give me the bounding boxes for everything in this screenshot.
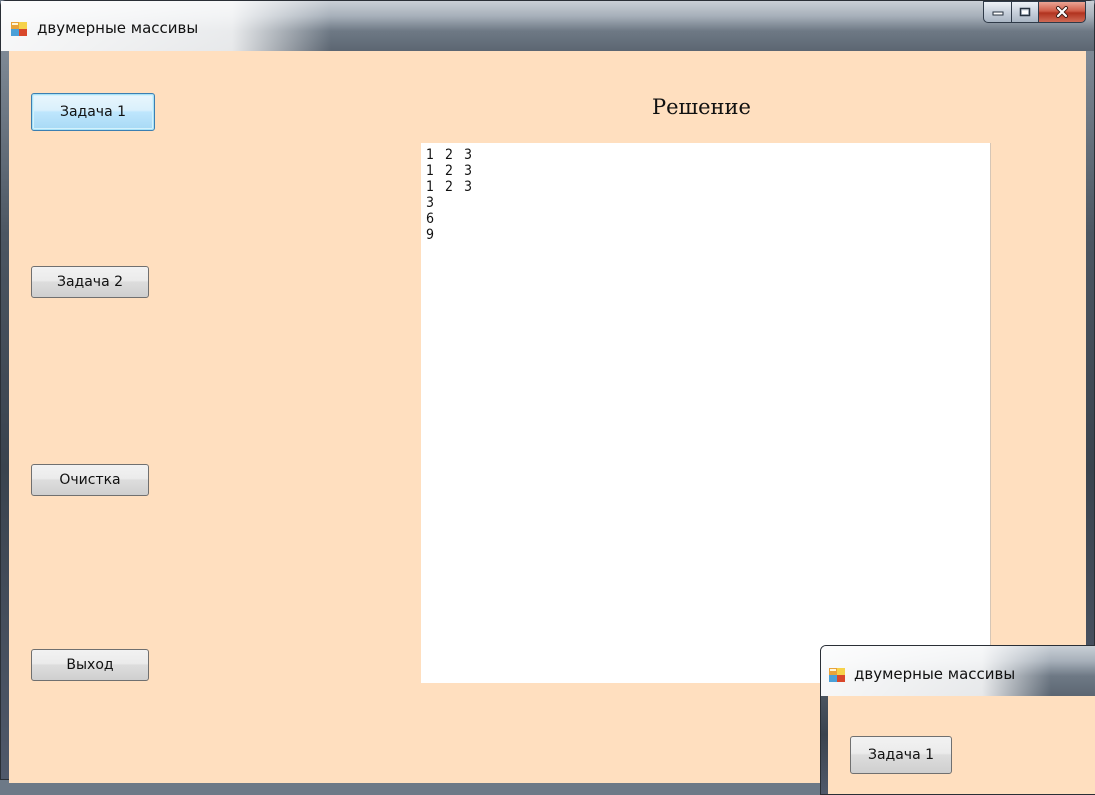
- maximize-button[interactable]: [1011, 1, 1038, 23]
- exit-button[interactable]: Выход: [31, 649, 149, 681]
- close-button[interactable]: [1038, 1, 1086, 23]
- title-bar[interactable]: двумерные массивы: [1, 1, 1094, 51]
- output-value: 1: [426, 147, 435, 163]
- second-window-task1-button[interactable]: Задача 1: [850, 736, 952, 774]
- second-window-title: двумерные массивы: [854, 665, 1016, 683]
- output-value: 2: [445, 147, 454, 163]
- output-line: 6: [426, 211, 990, 227]
- output-value: 3: [464, 179, 473, 195]
- output-line: 123: [426, 163, 990, 179]
- output-value: 1: [426, 179, 435, 195]
- output-line: 9: [426, 227, 990, 243]
- minimize-button[interactable]: [983, 1, 1011, 23]
- output-line: 3: [426, 195, 990, 211]
- second-window: двумерные массивы Задача 1: [820, 645, 1095, 795]
- output-line: 123: [426, 179, 990, 195]
- close-icon: [1056, 6, 1068, 18]
- output-value: 6: [426, 211, 435, 227]
- output-value: 9: [426, 227, 435, 243]
- clear-button[interactable]: Очистка: [31, 464, 149, 496]
- windows-form-icon: [11, 22, 27, 36]
- output-line: 123: [426, 147, 990, 163]
- windows-form-icon: [829, 668, 845, 682]
- solution-heading: Решение: [652, 95, 751, 119]
- output-value: 3: [464, 147, 473, 163]
- output-value: 1: [426, 163, 435, 179]
- window-title: двумерные массивы: [37, 19, 199, 37]
- caption-buttons: [983, 1, 1086, 23]
- maximize-icon: [1019, 7, 1031, 17]
- output-value: 2: [445, 179, 454, 195]
- task1-button[interactable]: Задача 1: [31, 93, 155, 131]
- output-value: 3: [464, 163, 473, 179]
- output-value: 3: [426, 195, 435, 211]
- second-window-title-bar[interactable]: двумерные массивы: [821, 646, 1095, 696]
- output-value: 2: [445, 163, 454, 179]
- solution-output-textbox[interactable]: 123123123369: [421, 143, 991, 683]
- minimize-icon: [992, 11, 1003, 16]
- second-window-client-area: Задача 1: [828, 696, 1095, 794]
- task2-button[interactable]: Задача 2: [31, 266, 149, 298]
